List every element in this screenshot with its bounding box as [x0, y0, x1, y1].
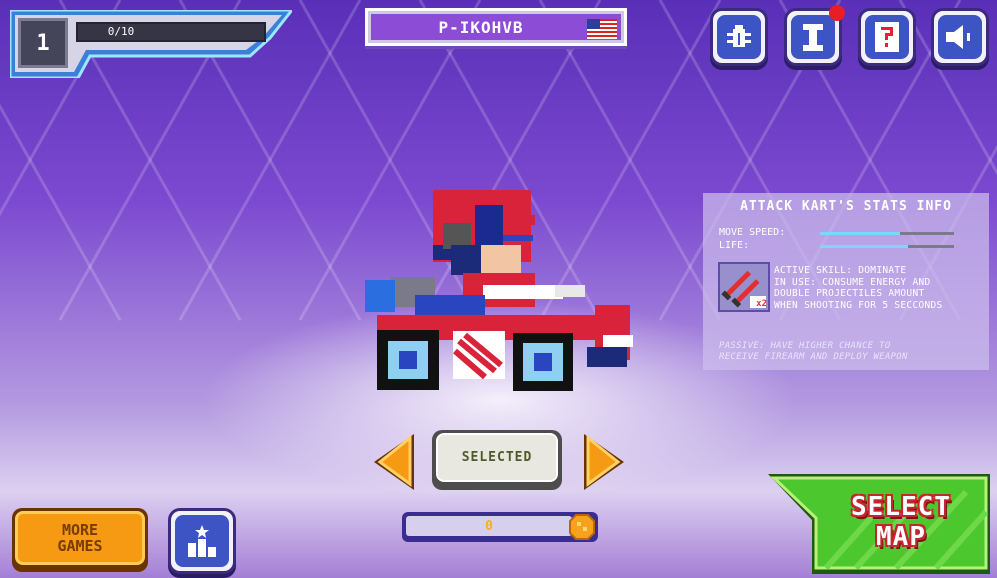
sound-button[interactable]: [931, 8, 989, 66]
move-speed-label: MOVE SPEED:: [719, 227, 786, 238]
select-map-button[interactable]: SELECT MAP: [766, 472, 994, 576]
leaderboard-icon: [188, 525, 216, 557]
right-arrow-icon: [584, 434, 624, 490]
player-name: P-IKOHVB: [438, 18, 524, 37]
info-icon: [803, 24, 823, 51]
life-label: LIFE:: [719, 240, 750, 251]
active-skill-description: ACTIVE SKILL: DOMINATE IN USE: CONSUME E…: [774, 265, 943, 311]
move-speed-bar: [820, 232, 954, 235]
more-games-label-line2: GAMES: [57, 537, 103, 555]
select-map-label: SELECT MAP: [851, 492, 951, 552]
attack-kart-preview: [365, 190, 633, 391]
selected-button[interactable]: SELECTED: [432, 430, 562, 490]
kart-stats-panel: ATTACK KART'S STATS INFO MOVE SPEED: LIF…: [703, 193, 989, 370]
coin-amount: 0: [406, 516, 572, 536]
active-skill-icon: x2: [718, 262, 770, 312]
level-panel: 1 0/10: [10, 10, 292, 78]
level-badge: 1: [18, 18, 68, 68]
notification-dot: [829, 5, 845, 21]
selected-label: SELECTED: [436, 433, 558, 482]
left-arrow-icon: [374, 434, 414, 490]
life-bar: [820, 245, 954, 248]
more-games-label-line1: MORE: [61, 521, 99, 539]
move-speed-fill: [820, 232, 901, 235]
bug-report-icon: [727, 25, 751, 47]
stats-title: ATTACK KART'S STATS INFO: [740, 199, 952, 214]
leaderboard-button[interactable]: [168, 508, 236, 574]
xp-text: 0/10: [107, 25, 135, 38]
life-fill: [820, 245, 909, 248]
coin-icon: [569, 514, 595, 540]
more-games-button[interactable]: MORE GAMES: [12, 508, 148, 572]
next-kart-button[interactable]: [582, 432, 626, 492]
player-name-box: P-IKOHVB: [365, 8, 627, 46]
xp-bar: 0/10: [76, 22, 266, 42]
skill-multiplier: x2: [756, 299, 767, 309]
sound-icon: [946, 25, 970, 49]
bug-report-button[interactable]: [710, 8, 768, 66]
help-button[interactable]: [858, 8, 916, 66]
previous-kart-button[interactable]: [372, 432, 416, 492]
coin-counter: 0: [402, 512, 598, 542]
info-button[interactable]: [784, 5, 845, 66]
passive-skill-description: PASSIVE: HAVE HIGHER CHANCE TO RECEIVE F…: [719, 341, 908, 362]
us-flag-icon: [587, 19, 617, 39]
help-icon: [875, 22, 899, 52]
